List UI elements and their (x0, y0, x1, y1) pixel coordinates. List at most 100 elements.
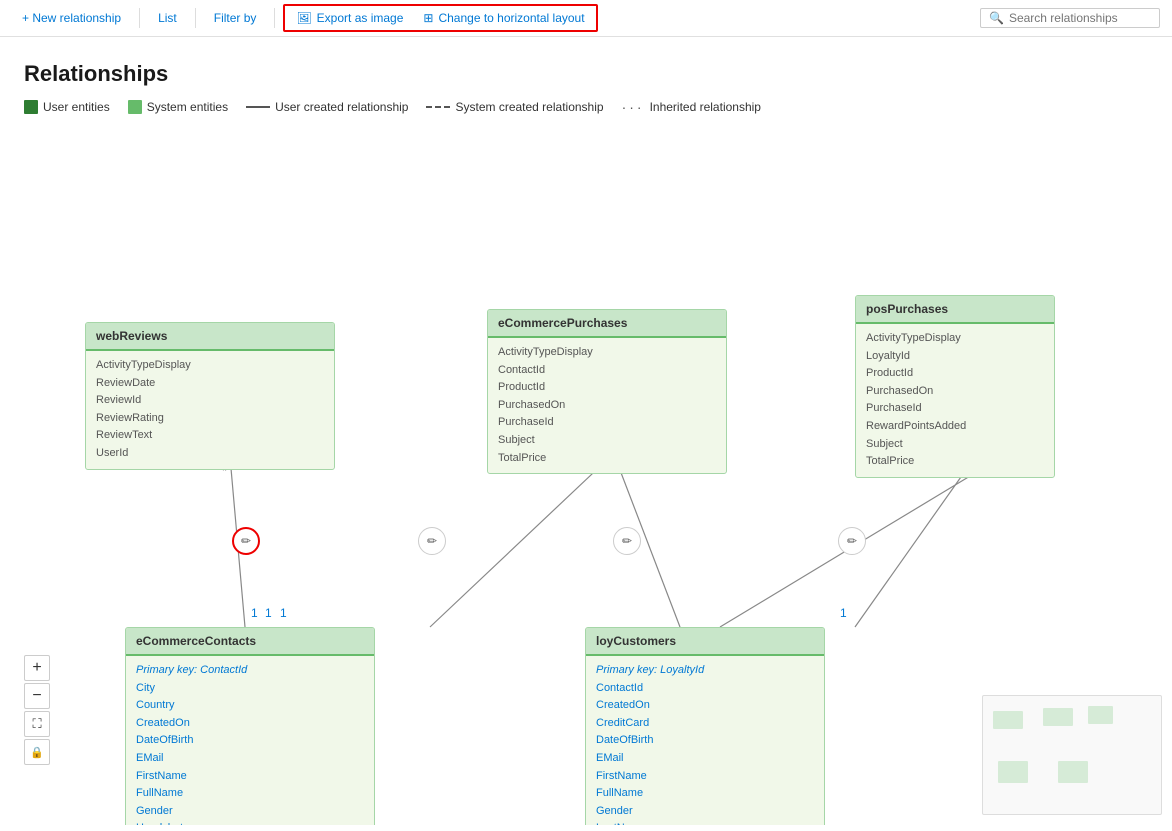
divider-2 (195, 8, 196, 28)
legend-system-created: System created relationship (426, 100, 603, 114)
search-input[interactable] (1009, 11, 1151, 25)
entity-header-webreviews: webReviews (86, 323, 334, 351)
field-ec-createdon: CreatedOn (136, 715, 364, 733)
legend-system-entities: System entities (128, 100, 228, 114)
field-lc-gender: Gender (596, 803, 814, 821)
legend-inherited: ··· Inherited relationship (622, 99, 761, 115)
edit-icon-ecommerce-contact[interactable]: ✏ (418, 527, 446, 555)
search-icon: 🔍 (989, 11, 1004, 25)
entity-header-ecommercepurchases: eCommercePurchases (488, 310, 726, 338)
field-ec-firstname: FirstName (136, 768, 364, 786)
entity-card-ecommercecontacts: eCommerceContacts Primary key: ContactId… (125, 627, 375, 825)
export-layout-group: 🖼 Export as image ⊞ Change to horizontal… (283, 4, 597, 32)
entity-header-loycustomers: loyCustomers (586, 628, 824, 656)
zoom-in-button[interactable]: + (24, 655, 50, 681)
field-lc-fullname: FullName (596, 785, 814, 803)
field-pp-purchaseid: PurchaseId (866, 400, 1044, 418)
field-ep-productid: ProductId (498, 379, 716, 397)
entity-card-loycustomers: loyCustomers Primary key: LoyaltyId Cont… (585, 627, 825, 825)
field-ec-dob: DateOfBirth (136, 732, 364, 750)
field-ec-city: City (136, 680, 364, 698)
field-reviewid: ReviewId (96, 392, 324, 410)
field-ec-primary: Primary key: ContactId (136, 662, 364, 680)
field-lc-contactid: ContactId (596, 680, 814, 698)
svg-text:1: 1 (840, 606, 847, 620)
field-lc-firstname: FirstName (596, 768, 814, 786)
field-activitytype: ActivityTypeDisplay (96, 357, 324, 375)
legend-user-created: User created relationship (246, 100, 408, 114)
zoom-fit-button[interactable]: ⛶ (24, 711, 50, 737)
edit-icon-ecommerce-loy[interactable]: ✏ (613, 527, 641, 555)
minimap (982, 695, 1162, 815)
edit-icon-webreview-contact[interactable]: ✏ (232, 527, 260, 555)
layout-button[interactable]: ⊞ Change to horizontal layout (413, 7, 594, 29)
svg-text:1: 1 (265, 606, 272, 620)
minimap-ecommercepurchases (1043, 708, 1073, 726)
field-pp-loyaltyid: LoyaltyId (866, 348, 1044, 366)
page-title-area: Relationships (0, 37, 1172, 99)
field-ep-purchaseid: PurchaseId (498, 414, 716, 432)
entity-card-pospurchases: posPurchases ActivityTypeDisplay Loyalty… (855, 295, 1055, 478)
legend: User entities System entities User creat… (0, 99, 1172, 127)
entity-card-ecommercepurchases: eCommercePurchases ActivityTypeDisplay C… (487, 309, 727, 474)
minimap-webreview (993, 711, 1023, 729)
entity-body-webreviews: ActivityTypeDisplay ReviewDate ReviewId … (86, 351, 334, 469)
field-ec-headshot: Headshot (136, 820, 364, 825)
search-box: 🔍 (980, 8, 1160, 28)
new-relationship-button[interactable]: + New relationship (12, 7, 131, 29)
entity-body-loycustomers: Primary key: LoyaltyId ContactId Created… (586, 656, 824, 825)
export-image-button[interactable]: 🖼 Export as image (286, 7, 413, 29)
field-ep-totalprice: TotalPrice (498, 450, 716, 468)
user-created-line (246, 106, 270, 108)
minimap-loycustomers (1058, 761, 1088, 783)
field-ep-activitytype: ActivityTypeDisplay (498, 344, 716, 362)
field-lc-email: EMail (596, 750, 814, 768)
filter-button[interactable]: Filter by (204, 7, 267, 29)
layout-icon: ⊞ (423, 11, 433, 25)
field-pp-purchasedon: PurchasedOn (866, 383, 1044, 401)
field-pp-activitytype: ActivityTypeDisplay (866, 330, 1044, 348)
field-pp-productid: ProductId (866, 365, 1044, 383)
entity-card-webreviews: webReviews ActivityTypeDisplay ReviewDat… (85, 322, 335, 470)
inherited-dots-icon: ··· (622, 99, 645, 115)
field-lc-creditcard: CreditCard (596, 715, 814, 733)
zoom-out-button[interactable]: − (24, 683, 50, 709)
legend-user-entities: User entities (24, 100, 110, 114)
minimap-ecommercecontacts (998, 761, 1028, 783)
field-reviewrating: ReviewRating (96, 410, 324, 428)
user-entities-color (24, 100, 38, 114)
field-lc-dob: DateOfBirth (596, 732, 814, 750)
system-entities-color (128, 100, 142, 114)
zoom-controls: + − ⛶ 🔒 (24, 655, 50, 765)
field-pp-subject: Subject (866, 436, 1044, 454)
entity-header-pospurchases: posPurchases (856, 296, 1054, 324)
minimap-pospurchases (1088, 706, 1113, 724)
svg-text:1: 1 (251, 606, 258, 620)
field-reviewtext: ReviewText (96, 427, 324, 445)
field-pp-totalprice: TotalPrice (866, 453, 1044, 471)
field-lc-createdon: CreatedOn (596, 697, 814, 715)
entity-body-ecommercecontacts: Primary key: ContactId City Country Crea… (126, 656, 374, 825)
field-ep-contactid: ContactId (498, 362, 716, 380)
canvas: * * * * 1 1 1 1 ✏ ✏ ✏ ✏ webReviews Activ… (0, 127, 1172, 825)
field-ec-country: Country (136, 697, 364, 715)
field-lc-primary: Primary key: LoyaltyId (596, 662, 814, 680)
field-pp-rewardpoints: RewardPointsAdded (866, 418, 1044, 436)
edit-icon-pos-loy[interactable]: ✏ (838, 527, 866, 555)
field-lc-lastname: LastName (596, 820, 814, 825)
page-title: Relationships (24, 61, 1148, 87)
divider-3 (274, 8, 275, 28)
entity-body-ecommercepurchases: ActivityTypeDisplay ContactId ProductId … (488, 338, 726, 473)
divider-1 (139, 8, 140, 28)
field-ep-subject: Subject (498, 432, 716, 450)
field-reviewdate: ReviewDate (96, 375, 324, 393)
field-ec-fullname: FullName (136, 785, 364, 803)
export-icon: 🖼 (296, 11, 311, 25)
lock-button[interactable]: 🔒 (24, 739, 50, 765)
list-button[interactable]: List (148, 7, 187, 29)
system-created-line (426, 106, 450, 108)
svg-text:1: 1 (280, 606, 287, 620)
field-ep-purchasedon: PurchasedOn (498, 397, 716, 415)
toolbar: + New relationship List Filter by 🖼 Expo… (0, 0, 1172, 37)
field-userid: UserId (96, 445, 324, 463)
